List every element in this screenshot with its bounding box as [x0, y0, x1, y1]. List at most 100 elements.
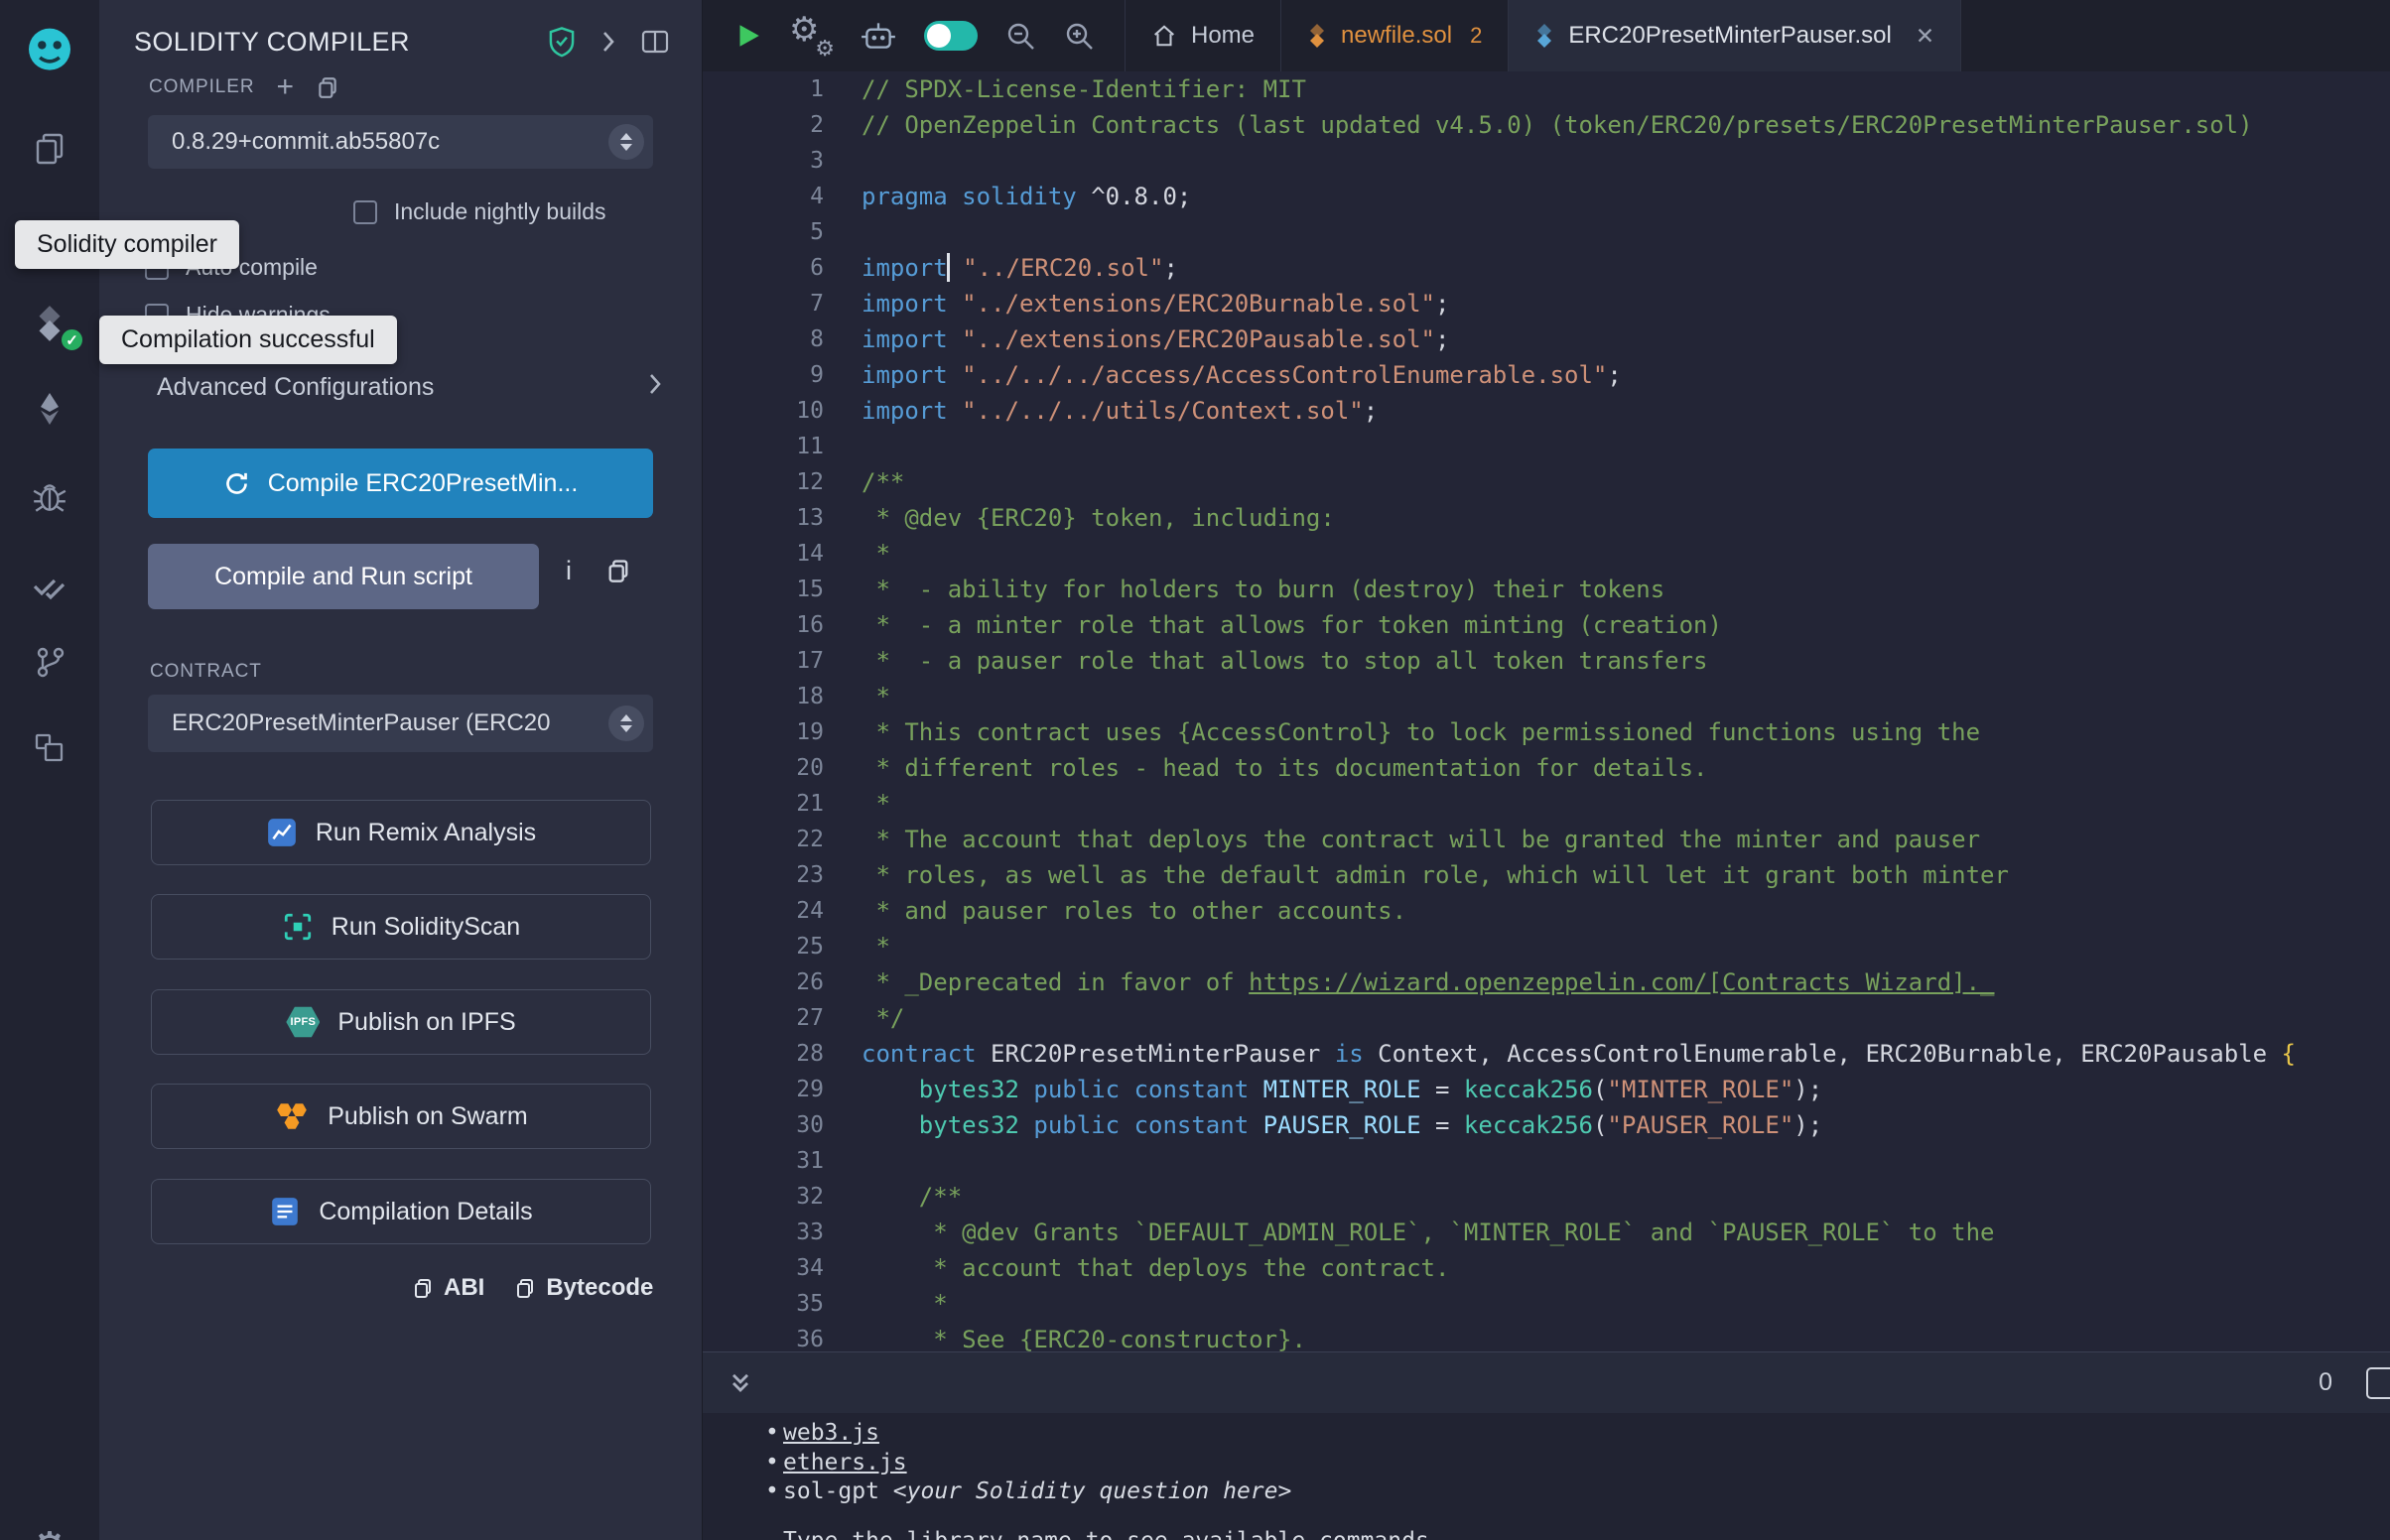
terminal-link[interactable]: web3.js	[783, 1420, 879, 1446]
code-line[interactable]: * The account that deploys the contract …	[862, 822, 2390, 857]
advanced-configurations[interactable]: Advanced Configurations	[157, 371, 663, 404]
line-number: 24	[703, 893, 824, 929]
code-line[interactable]: */	[862, 1000, 2390, 1036]
publish-ipfs-button[interactable]: IPFS Publish on IPFS	[151, 989, 651, 1055]
sidebar-item-file-explorer[interactable]	[0, 117, 99, 181]
include-nightly-checkbox[interactable]	[353, 200, 377, 224]
sidebar-item-plugin-manager[interactable]	[0, 716, 99, 780]
line-number: 28	[703, 1036, 824, 1072]
code-line[interactable]: import "../ERC20.sol";	[862, 250, 2390, 286]
compiler-version-select[interactable]: 0.8.29+commit.ab55807c	[148, 115, 653, 169]
compile-and-run-button[interactable]: Compile and Run script	[148, 544, 539, 609]
code-line[interactable]: import "../../../utils/Context.sol";	[862, 393, 2390, 429]
code-line[interactable]: *	[862, 679, 2390, 714]
code-line[interactable]	[862, 214, 2390, 250]
sidebar-item-solidity-compiler[interactable]: ✓	[0, 292, 99, 355]
terminal-link[interactable]: ethers.js	[783, 1450, 907, 1476]
zoom-in-icon[interactable]	[1063, 20, 1095, 52]
sidebar-item-unit-testing[interactable]	[0, 554, 99, 617]
run-solidityscan-button[interactable]: Run SolidityScan	[151, 894, 651, 960]
code-line[interactable]: import "../../../access/AccessControlEnu…	[862, 357, 2390, 393]
copy-abi-button[interactable]: ABI	[412, 1274, 484, 1302]
terminal-listen-checkbox[interactable]	[2366, 1367, 2390, 1399]
code-line[interactable]: * _Deprecated in favor of https://wizard…	[862, 964, 2390, 1000]
line-number: 36	[703, 1322, 824, 1351]
line-number: 6	[703, 250, 824, 286]
copy-compiler-icon[interactable]	[316, 75, 339, 99]
remix-logo[interactable]	[0, 19, 99, 82]
code-line[interactable]: import "../extensions/ERC20Pausable.sol"…	[862, 321, 2390, 357]
tab-home[interactable]: Home	[1125, 0, 1281, 71]
code-line[interactable]: * roles, as well as the default admin ro…	[862, 857, 2390, 893]
panel-title: SOLIDITY COMPILER	[134, 27, 410, 58]
compilation-details-button[interactable]: Compilation Details	[151, 1179, 651, 1244]
code-line[interactable]: *	[862, 786, 2390, 822]
code-line[interactable]: * different roles - head to its document…	[862, 750, 2390, 786]
copy-bytecode-button[interactable]: Bytecode	[514, 1274, 653, 1302]
copy-script-icon[interactable]	[605, 558, 631, 588]
code-line[interactable]: // SPDX-License-Identifier: MIT	[862, 71, 2390, 107]
run-remix-analysis-button[interactable]: Run Remix Analysis	[151, 800, 651, 865]
main-area: ⚙ ⚙	[703, 0, 2390, 1540]
compile-button[interactable]: Compile ERC20PresetMin...	[148, 449, 653, 518]
tab-newfile[interactable]: newfile.sol 2	[1281, 0, 1509, 71]
code-line[interactable]: * @dev {ERC20} token, including:	[862, 500, 2390, 536]
code-editor[interactable]: 1234567891011121314151617181920212223242…	[703, 71, 2390, 1351]
code-line[interactable]: * and pauser roles to other accounts.	[862, 893, 2390, 929]
publish-swarm-button[interactable]: Publish on Swarm	[151, 1084, 651, 1149]
code-line[interactable]: * account that deploys the contract.	[862, 1250, 2390, 1286]
code-line[interactable]: contract ERC20PresetMinterPauser is Cont…	[862, 1036, 2390, 1072]
code-line[interactable]: * This contract uses {AccessControl} to …	[862, 714, 2390, 750]
code-line[interactable]	[862, 1143, 2390, 1179]
sidebar-item-deploy-run[interactable]	[0, 377, 99, 441]
close-icon[interactable]: ✕	[1916, 23, 1934, 50]
code-line[interactable]	[862, 143, 2390, 179]
code-line[interactable]: import "../extensions/ERC20Burnable.sol"…	[862, 286, 2390, 321]
code-line[interactable]	[862, 429, 2390, 464]
play-icon[interactable]	[732, 21, 762, 51]
tab-newfile-badge: 2	[1470, 23, 1482, 49]
code-line[interactable]: *	[862, 536, 2390, 572]
contract-select[interactable]: ERC20PresetMinterPauser (ERC20	[148, 695, 653, 752]
code-line[interactable]: /**	[862, 1179, 2390, 1215]
line-number: 27	[703, 1000, 824, 1036]
solidity-file-icon	[1307, 23, 1327, 49]
line-number: 23	[703, 857, 824, 893]
code-line[interactable]: * - a minter role that allows for token …	[862, 607, 2390, 643]
code-line[interactable]: * See {ERC20-constructor}.	[862, 1322, 2390, 1351]
ai-robot-icon[interactable]	[860, 20, 897, 52]
code-line[interactable]: /**	[862, 464, 2390, 500]
code-line[interactable]: // OpenZeppelin Contracts (last updated …	[862, 107, 2390, 143]
panel-chevron-icon[interactable]	[600, 29, 616, 55]
terminal-text: <your Solidity question here>	[893, 1478, 1292, 1504]
code-line[interactable]: pragma solidity ^0.8.0;	[862, 179, 2390, 214]
ai-copilot-toggle[interactable]	[924, 21, 978, 51]
sidebar-item-git[interactable]	[0, 630, 99, 694]
code-line[interactable]: * @dev Grants `DEFAULT_ADMIN_ROLE`, `MIN…	[862, 1215, 2390, 1250]
code-line[interactable]: *	[862, 929, 2390, 964]
terminal-line: •web3.js	[765, 1419, 2390, 1449]
advanced-configurations-label: Advanced Configurations	[157, 373, 434, 402]
code-line[interactable]: *	[862, 1286, 2390, 1322]
sidebar-item-debugger[interactable]	[0, 464, 99, 528]
expand-terminal-icon[interactable]	[727, 1369, 754, 1397]
code-line[interactable]: * - ability for holders to burn (destroy…	[862, 572, 2390, 607]
editor-code[interactable]: // SPDX-License-Identifier: MIT// OpenZe…	[862, 71, 2390, 1351]
terminal-lines[interactable]: •web3.js•ethers.js•sol-gpt <your Solidit…	[703, 1413, 2390, 1540]
code-line[interactable]: * - a pauser role that allows to stop al…	[862, 643, 2390, 679]
terminal-line: •sol-gpt <your Solidity question here>	[765, 1477, 2390, 1507]
home-icon	[1151, 23, 1177, 49]
zoom-out-icon[interactable]	[1004, 20, 1036, 52]
line-number: 30	[703, 1107, 824, 1143]
tab-erc20presetminterpauser[interactable]: ERC20PresetMinterPauser.sol ✕	[1509, 0, 1961, 71]
split-panel-icon[interactable]	[640, 29, 670, 55]
settings-gear-icon[interactable]: ⚙	[0, 1516, 99, 1540]
add-compiler-icon[interactable]: +	[276, 77, 294, 97]
code-line[interactable]: bytes32 public constant MINTER_ROLE = ke…	[862, 1072, 2390, 1107]
tab-active-label: ERC20PresetMinterPauser.sol	[1568, 22, 1891, 50]
code-line[interactable]: bytes32 public constant PAUSER_ROLE = ke…	[862, 1107, 2390, 1143]
info-icon[interactable]: i	[566, 556, 572, 586]
terminal-text: sol-gpt	[783, 1478, 893, 1504]
gears-icon[interactable]: ⚙ ⚙	[789, 14, 833, 58]
shield-icon[interactable]	[547, 26, 577, 58]
